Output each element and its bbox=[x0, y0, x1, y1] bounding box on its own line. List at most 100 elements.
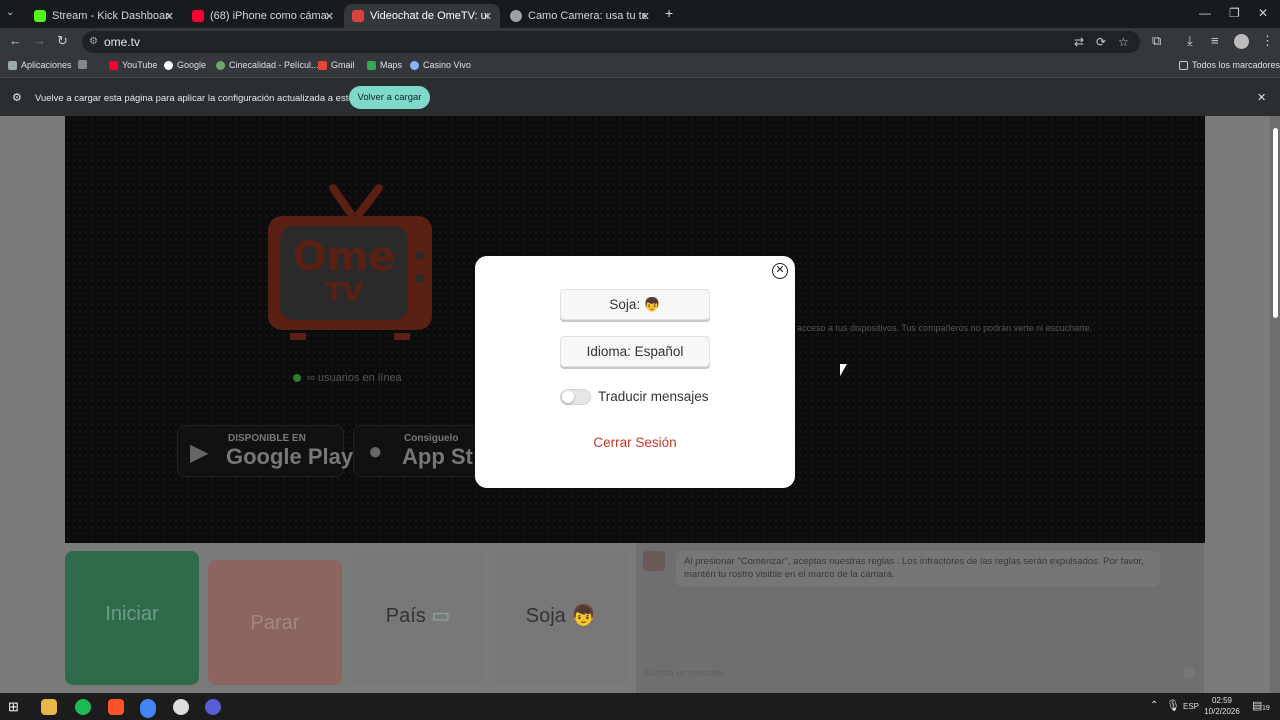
app-icon[interactable] bbox=[205, 699, 221, 715]
restore-icon[interactable]: ❐ bbox=[1229, 6, 1240, 20]
download-icon[interactable]: ⤓ bbox=[1187, 33, 1193, 49]
bookmark-label: Todos los marcadores bbox=[1192, 60, 1280, 70]
menu-icon[interactable]: ⋮ bbox=[1261, 33, 1274, 49]
new-tab-icon[interactable]: + bbox=[665, 5, 673, 21]
clock[interactable]: 02:59 10/2/2026 bbox=[1202, 695, 1242, 717]
infobar-message: Vuelve a cargar esta página para aplicar… bbox=[35, 93, 374, 104]
bookmarks-bar: Aplicaciones YouTube Google Cinecalidad … bbox=[0, 56, 1280, 78]
url-field[interactable]: ⚙ ome.tv ⇄ ⟳ ☆ bbox=[82, 31, 1140, 53]
online-dot-icon bbox=[293, 374, 301, 382]
gender-label: Soja 👦 bbox=[494, 603, 628, 628]
tray-chevron-icon[interactable]: ⌃ bbox=[1150, 700, 1158, 711]
reload-icon[interactable]: ↻ bbox=[57, 33, 68, 49]
translate-icon[interactable]: ⇄ bbox=[1074, 31, 1084, 53]
minimize-icon[interactable]: — bbox=[1199, 6, 1211, 20]
tab-kick[interactable]: Stream - Kick Dashboard ✕ bbox=[26, 4, 182, 28]
back-icon[interactable]: ← bbox=[9, 33, 22, 48]
notifications-icon[interactable]: ▤ bbox=[1252, 699, 1262, 712]
reload-infobar: ⚙ Vuelve a cargar esta página para aplic… bbox=[0, 78, 1280, 116]
bookmark-gmail[interactable]: Gmail bbox=[318, 60, 355, 70]
gender-text: Soja bbox=[525, 605, 566, 627]
close-icon[interactable]: ✕ bbox=[1257, 91, 1266, 104]
online-text: ∞ usuarios en línea bbox=[307, 372, 402, 384]
install-icon[interactable]: ⟳ bbox=[1096, 31, 1106, 53]
tab-label: (68) iPhone como cámara web bbox=[210, 10, 328, 22]
chat-rules-message: Al presionar "Comenzar", aceptas nuestra… bbox=[676, 551, 1160, 587]
logo-text-tv: TV bbox=[325, 278, 363, 308]
apps-icon bbox=[8, 60, 17, 70]
globe-icon bbox=[510, 10, 522, 22]
bookmark-label: YouTube bbox=[122, 60, 158, 70]
kick-icon bbox=[34, 10, 46, 22]
gender-button[interactable]: Soja 👦 bbox=[494, 551, 628, 685]
play-store-icon: ▶ bbox=[190, 439, 209, 466]
bookmark-apps[interactable]: Aplicaciones bbox=[8, 60, 72, 70]
bookmark-maps[interactable]: Maps bbox=[367, 60, 402, 70]
online-users: ∞ usuarios en línea bbox=[293, 372, 402, 384]
stop-button[interactable]: Parar bbox=[208, 560, 342, 685]
chat-input[interactable]: Escriba un mensaje bbox=[644, 668, 723, 678]
avatar[interactable] bbox=[1234, 34, 1249, 49]
folder-icon bbox=[1179, 60, 1188, 70]
windows-start-icon[interactable]: ⊞ bbox=[8, 699, 24, 715]
page-scrollbar[interactable] bbox=[1270, 116, 1280, 693]
country-label: País ▭ bbox=[351, 603, 485, 628]
tab-label: Stream - Kick Dashboard bbox=[52, 10, 170, 22]
close-tab-icon[interactable]: ✕ bbox=[325, 10, 334, 23]
chrome-icon[interactable] bbox=[140, 699, 156, 715]
tab-camo[interactable]: Camo Camera: usa tu teléfono ✕ bbox=[502, 4, 658, 28]
tab-youtube[interactable]: (68) iPhone como cámara web ✕ bbox=[184, 4, 342, 28]
tab-ometv[interactable]: Videochat de OmeTV: una alte ✕ bbox=[344, 4, 500, 28]
scrollbar-thumb[interactable] bbox=[1273, 128, 1278, 318]
gender-select-button[interactable]: Soja: 👦 bbox=[560, 289, 710, 320]
reload-button[interactable]: Volver a cargar bbox=[349, 86, 430, 109]
bookmark-google[interactable]: Google bbox=[164, 60, 206, 70]
country-text: País bbox=[385, 605, 426, 627]
bookmark-label: Google bbox=[177, 60, 207, 70]
notification-count: 19 bbox=[1262, 705, 1270, 712]
all-bookmarks[interactable]: Todos los marcadores bbox=[1179, 60, 1280, 70]
brave-icon[interactable] bbox=[108, 699, 124, 715]
bookmark-youtube[interactable]: YouTube bbox=[109, 60, 157, 70]
maps-icon bbox=[367, 60, 376, 70]
bookmark-grid[interactable] bbox=[78, 60, 91, 69]
media-icon[interactable]: ≡ bbox=[1211, 33, 1219, 48]
close-modal-icon[interactable]: ✕ bbox=[772, 263, 788, 279]
close-tab-icon[interactable]: ✕ bbox=[483, 10, 492, 23]
store-big-label: App St bbox=[402, 444, 473, 469]
logout-link[interactable]: Cerrar Sesión bbox=[560, 435, 710, 450]
site-info-icon[interactable]: ⚙ bbox=[89, 31, 98, 53]
star-icon[interactable]: ☆ bbox=[1118, 31, 1129, 53]
start-button[interactable]: Iniciar bbox=[65, 551, 199, 685]
cinecalidad-icon bbox=[216, 60, 225, 70]
close-tab-icon[interactable]: ✕ bbox=[165, 10, 174, 23]
close-tab-icon[interactable]: ✕ bbox=[641, 10, 650, 23]
tab-search-icon[interactable]: ⌄ bbox=[6, 7, 14, 18]
obs-icon[interactable] bbox=[173, 699, 189, 715]
logo-text-ome: Ome bbox=[292, 234, 396, 280]
language-select-button[interactable]: Idioma: Español bbox=[560, 336, 710, 367]
translate-toggle[interactable] bbox=[560, 389, 591, 405]
store-big-label: Google Play bbox=[226, 444, 354, 469]
bookmark-cinecalidad[interactable]: Cinecalidad - Películ... bbox=[216, 60, 319, 70]
country-button[interactable]: País ▭ bbox=[351, 551, 485, 685]
tab-label: Camo Camera: usa tu teléfono bbox=[528, 10, 646, 22]
emoji-icon[interactable] bbox=[1183, 667, 1195, 679]
bookmark-label: Cinecalidad - Películ... bbox=[229, 60, 319, 70]
forward-icon[interactable]: → bbox=[33, 33, 46, 48]
stop-label: Parar bbox=[250, 612, 300, 634]
tab-label: Videochat de OmeTV: una alte bbox=[370, 10, 488, 22]
microphone-icon[interactable]: 🎙 bbox=[1166, 699, 1180, 712]
google-play-button[interactable]: ▶ DISPONIBLE EN Google Play bbox=[177, 425, 353, 477]
apple-icon: ● bbox=[368, 438, 383, 465]
bookmark-casino[interactable]: Casino Vivo bbox=[410, 60, 471, 70]
app-store-button[interactable]: ● Consiguelo App St bbox=[353, 425, 475, 477]
globe-icon bbox=[410, 60, 419, 70]
extensions-icon[interactable]: ⧉ bbox=[1152, 33, 1161, 49]
store-small-label: Consiguelo bbox=[404, 433, 459, 444]
close-window-icon[interactable]: ✕ bbox=[1258, 6, 1268, 20]
spotify-icon[interactable] bbox=[75, 699, 91, 715]
file-explorer-icon[interactable] bbox=[41, 699, 57, 715]
translate-label: Traducir mensajes bbox=[598, 389, 709, 404]
language-indicator[interactable]: ESP bbox=[1183, 702, 1199, 711]
